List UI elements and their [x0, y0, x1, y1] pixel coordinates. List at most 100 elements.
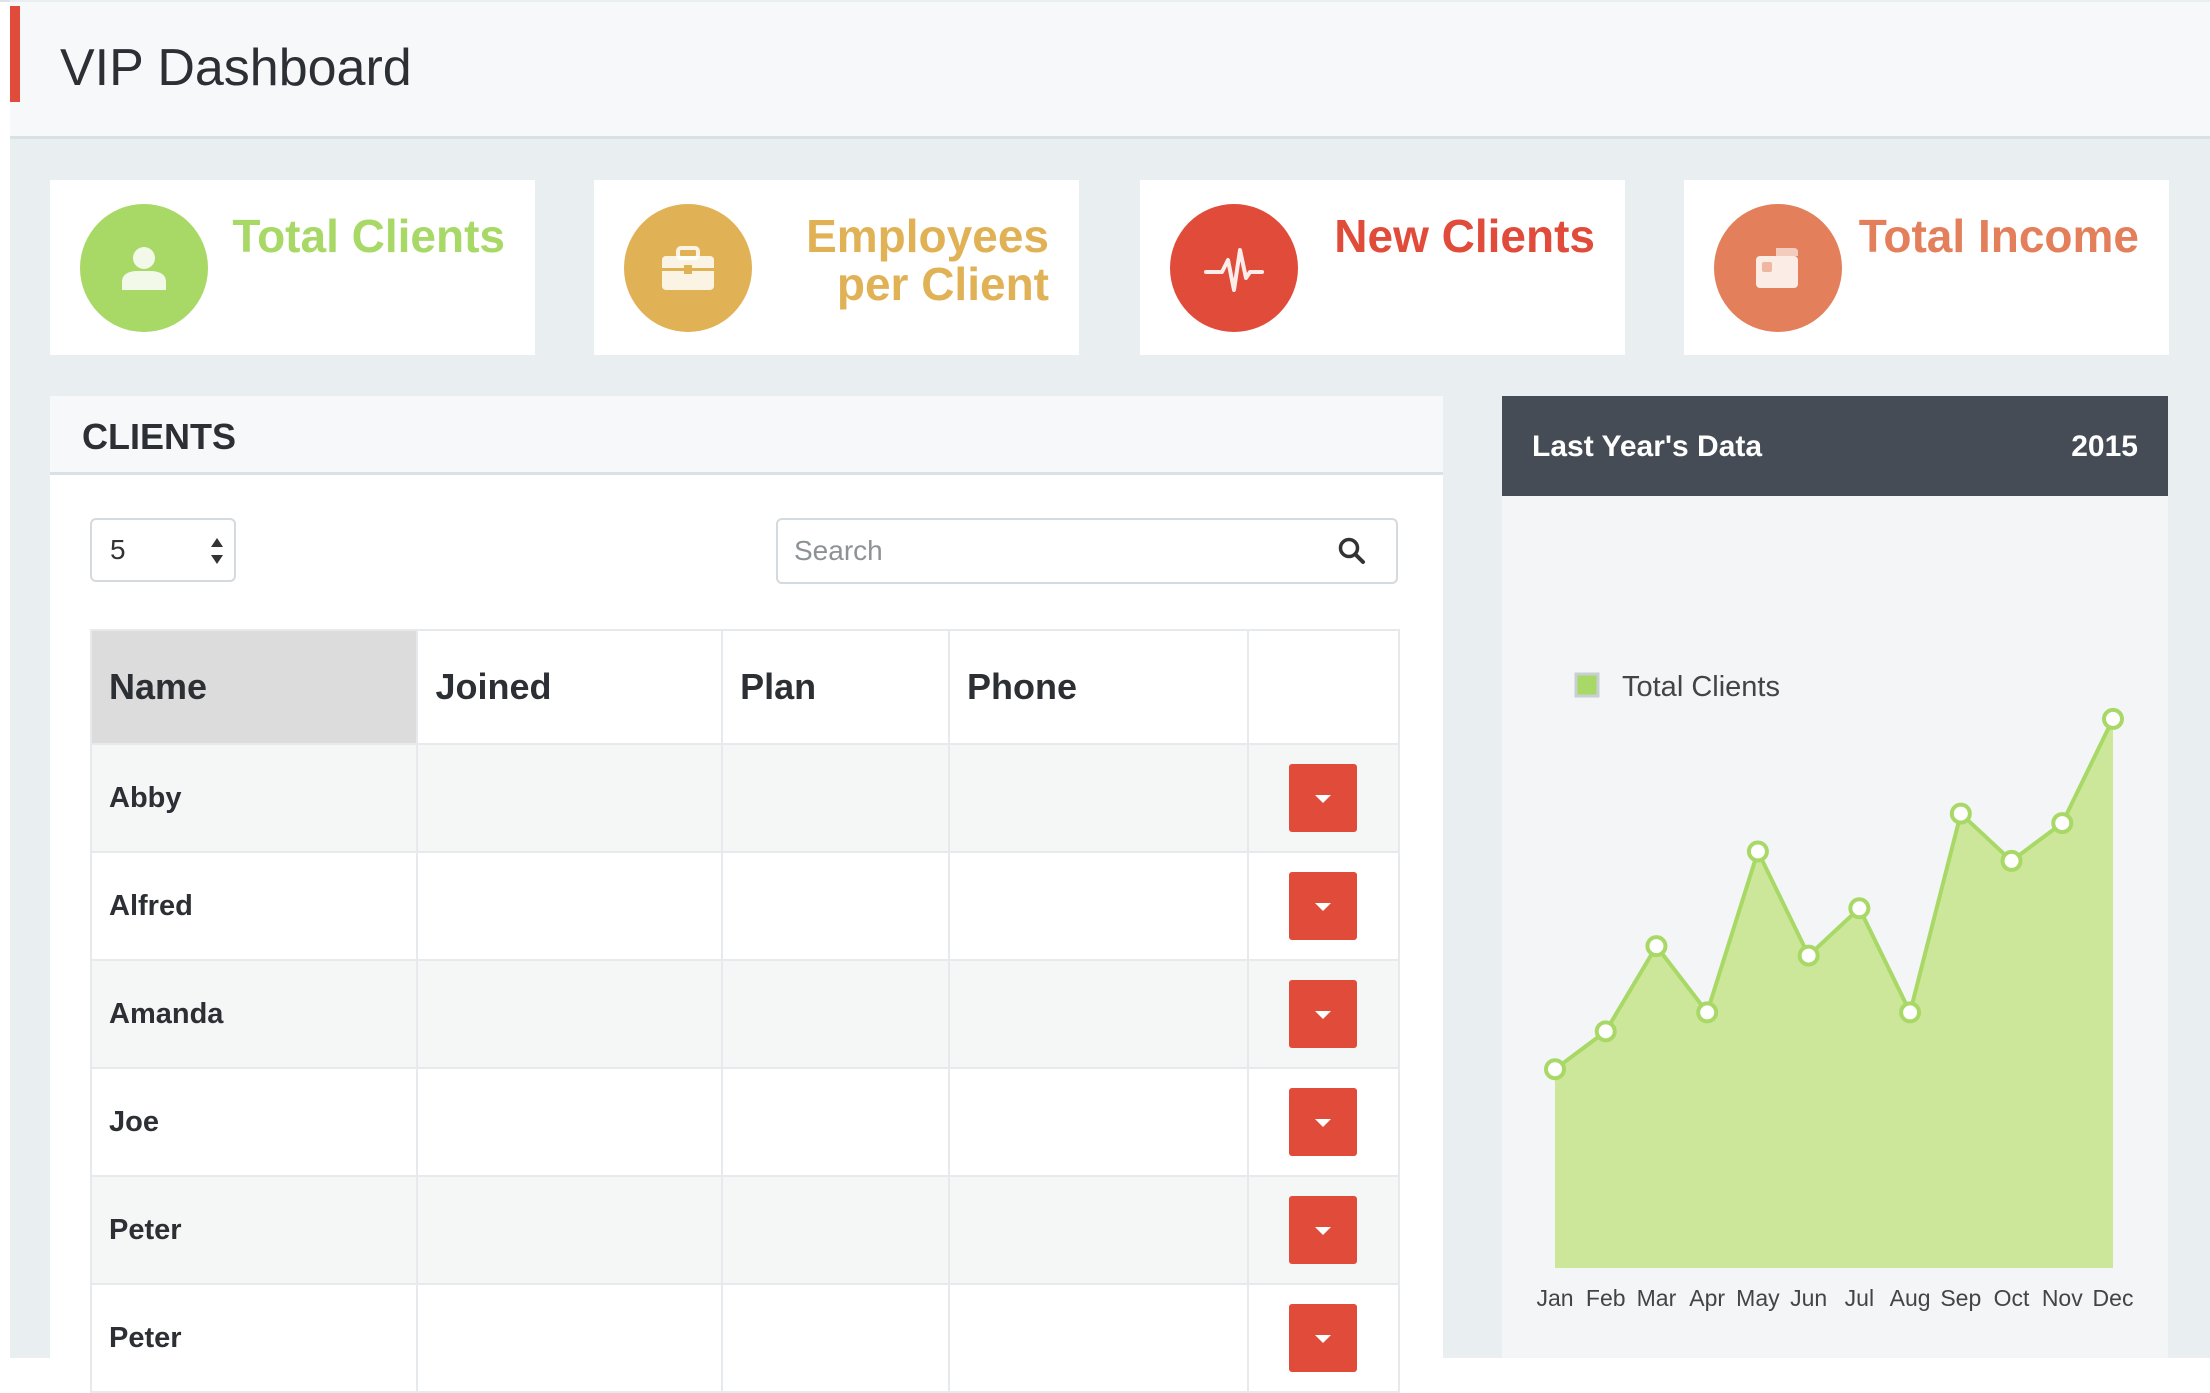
stat-label-total-clients: Total Clients — [232, 210, 505, 262]
data-point-feb[interactable] — [1594, 1020, 1617, 1043]
area-chart: Total Clients Jan Feb Mar Apr May Jun Jul Aug Se… — [1536, 671, 2134, 1311]
client-phone — [948, 1175, 1249, 1285]
row-actions-dropdown-button[interactable] — [1289, 980, 1358, 1048]
data-point-sep[interactable] — [1949, 802, 1972, 825]
caret-down-icon — [1315, 1335, 1332, 1343]
data-point-apr[interactable] — [1696, 1001, 1719, 1024]
data-point-nov[interactable] — [2051, 812, 2074, 835]
data-point-jul[interactable] — [1848, 897, 1871, 920]
user-icon — [80, 204, 208, 332]
legend-swatch — [1574, 672, 1600, 698]
row-actions-cell — [1246, 851, 1401, 961]
x-tick-label-jul: Jul — [1845, 1285, 1874, 1311]
row-actions-dropdown-button[interactable] — [1289, 872, 1358, 940]
table-row: Abby — [89, 743, 1401, 853]
client-plan — [721, 959, 950, 1069]
row-actions-cell — [1246, 1283, 1401, 1393]
select-arrows-icon — [211, 538, 223, 564]
column-header-joined[interactable]: Joined — [416, 629, 724, 745]
stat-label-new-clients: New Clients — [1334, 210, 1595, 262]
caret-down-icon — [1315, 903, 1332, 911]
client-joined — [416, 1175, 724, 1285]
table-header-row: Name Joined Plan Phone — [89, 629, 1401, 745]
clients-table: Name Joined Plan Phone Abby Alfred Amand… — [89, 629, 1401, 1393]
clients-title: CLIENTS — [82, 416, 237, 457]
table-row: Peter — [89, 1175, 1401, 1285]
page-header: VIP Dashboard — [10, 2, 2210, 139]
column-header-plan[interactable]: Plan — [721, 629, 950, 745]
search-input[interactable] — [776, 518, 1310, 584]
row-actions-dropdown-button[interactable] — [1289, 1304, 1358, 1372]
chart-year: 2015 — [2071, 430, 2138, 463]
page-title: VIP Dashboard — [60, 39, 412, 97]
x-tick-label-dec: Dec — [2093, 1285, 2134, 1311]
row-actions-cell — [1246, 1175, 1401, 1285]
stat-card-employees-per-client[interactable]: Employees per Client — [594, 180, 1079, 355]
clients-panel: CLIENTS 5 Name Joined Plan Phone Abby — [50, 396, 1443, 1393]
column-header-name[interactable]: Name — [89, 629, 419, 745]
table-row: Amanda — [89, 959, 1401, 1069]
row-actions-dropdown-button[interactable] — [1289, 764, 1358, 832]
caret-down-icon — [1315, 1011, 1332, 1019]
x-tick-label-jun: Jun — [1790, 1285, 1827, 1311]
wallet-icon — [1714, 204, 1842, 332]
column-header-actions — [1246, 629, 1401, 745]
row-actions-cell — [1246, 959, 1401, 1069]
chart-title: Last Year's Data — [1532, 430, 1763, 463]
client-plan — [721, 1283, 950, 1393]
client-phone — [948, 1067, 1249, 1177]
client-phone — [948, 743, 1249, 853]
table-row: Peter — [89, 1283, 1401, 1393]
client-name: Peter — [89, 1283, 419, 1393]
table-row: Joe — [89, 1067, 1401, 1177]
client-name: Joe — [89, 1067, 419, 1177]
stat-label-employees-per-client: Employees per Client — [806, 212, 1049, 308]
data-point-aug[interactable] — [1899, 1001, 1922, 1024]
chart-panel: Last Year's Data 2015 Total Clients Jan F… — [1502, 396, 2168, 1358]
stat-card-total-clients[interactable]: Total Clients — [50, 180, 535, 355]
client-joined — [416, 959, 724, 1069]
data-point-mar[interactable] — [1645, 935, 1668, 958]
caret-down-icon — [1315, 795, 1332, 803]
client-phone — [948, 851, 1249, 961]
column-header-phone[interactable]: Phone — [948, 629, 1249, 745]
data-point-jan[interactable] — [1544, 1058, 1566, 1081]
page-size-select[interactable]: 5 — [90, 518, 236, 582]
client-name: Alfred — [89, 851, 419, 961]
caret-down-icon — [1315, 1227, 1332, 1235]
page-size-value: 5 — [110, 534, 126, 565]
x-tick-label-jan: Jan — [1536, 1285, 1573, 1311]
client-joined — [416, 1067, 724, 1177]
data-point-may[interactable] — [1746, 840, 1769, 863]
row-actions-cell — [1246, 1067, 1401, 1177]
data-point-oct[interactable] — [2000, 849, 2023, 872]
x-tick-label-mar: Mar — [1637, 1285, 1677, 1311]
data-point-dec[interactable] — [2102, 707, 2124, 730]
chart-panel-header: Last Year's Data 2015 — [1502, 396, 2168, 496]
search-button[interactable] — [1308, 518, 1398, 584]
client-name: Amanda — [89, 959, 419, 1069]
x-tick-label-nov: Nov — [2042, 1285, 2083, 1311]
x-tick-label-aug: Aug — [1890, 1285, 1931, 1311]
stat-card-total-income[interactable]: Total Income — [1684, 180, 2169, 355]
briefcase-icon — [624, 204, 752, 332]
x-tick-label-apr: Apr — [1689, 1285, 1725, 1311]
client-phone — [948, 1283, 1249, 1393]
x-tick-label-may: May — [1736, 1285, 1780, 1311]
client-name: Abby — [89, 743, 419, 853]
data-point-jun[interactable] — [1797, 944, 1820, 967]
stat-card-new-clients[interactable]: New Clients — [1140, 180, 1625, 355]
search-icon — [1338, 537, 1365, 564]
clients-panel-header: CLIENTS — [50, 396, 1443, 475]
client-joined — [416, 851, 724, 961]
pulse-icon — [1170, 204, 1298, 332]
row-actions-dropdown-button[interactable] — [1289, 1088, 1358, 1156]
row-actions-dropdown-button[interactable] — [1289, 1196, 1358, 1264]
stat-label-line-1: Employees — [806, 210, 1049, 262]
client-phone — [948, 959, 1249, 1069]
table-row: Alfred — [89, 851, 1401, 961]
row-actions-cell — [1246, 743, 1401, 853]
legend-label: Total Clients — [1622, 671, 1780, 703]
stat-label-total-income: Total Income — [1858, 210, 2139, 262]
series-area-total-clients — [1555, 718, 2113, 1268]
